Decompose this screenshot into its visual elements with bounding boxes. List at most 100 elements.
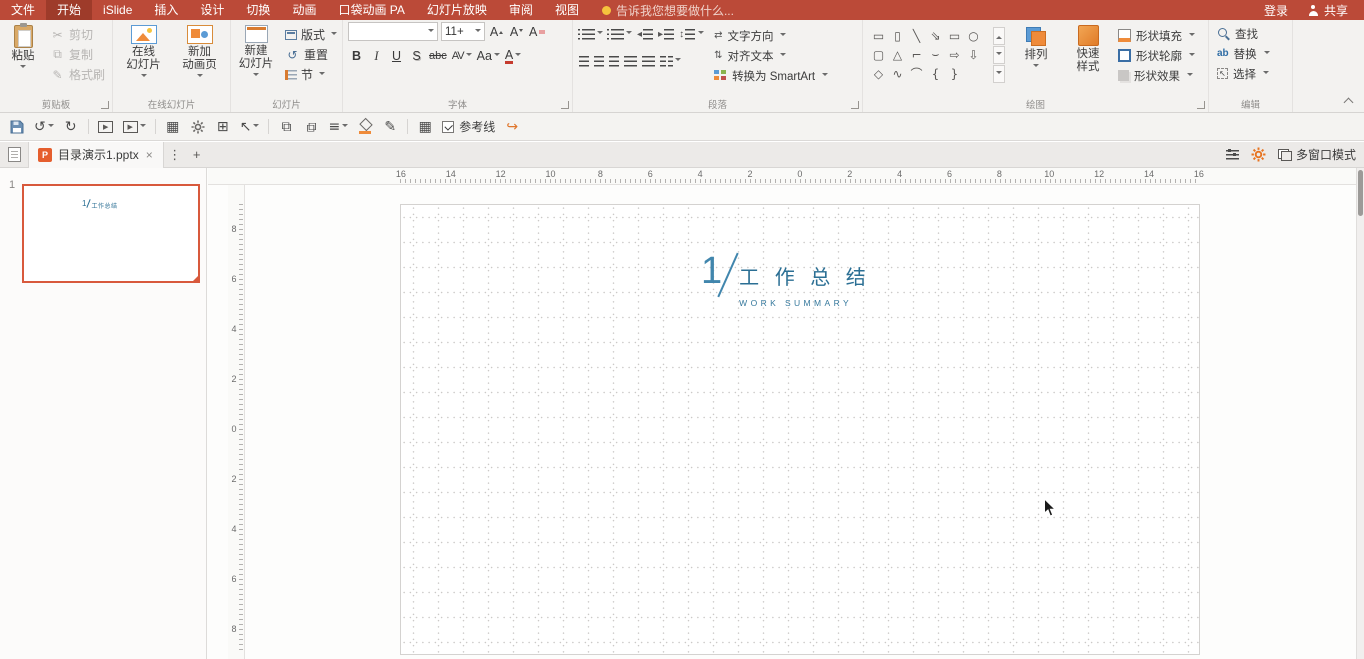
italic-button[interactable]: I: [368, 47, 385, 65]
gear-orange-icon[interactable]: [1251, 147, 1266, 162]
share-button[interactable]: 共享: [1308, 2, 1348, 19]
new-animation-page-button[interactable]: 新加 动画页: [174, 23, 226, 80]
send-backward-button[interactable]: ⧉: [303, 117, 319, 137]
bring-forward-button[interactable]: ⧉: [278, 117, 294, 137]
multi-window-mode-button[interactable]: 多窗口模式: [1277, 146, 1356, 163]
reset-button[interactable]: ↺ 重置: [281, 45, 341, 64]
menu-transitions[interactable]: 切换: [235, 0, 281, 20]
vertical-ruler[interactable]: 864202468: [228, 185, 245, 659]
increase-indent-button[interactable]: ▸: [658, 28, 675, 40]
clear-format-button[interactable]: A: [528, 23, 546, 41]
guides-toggle[interactable]: 参考线: [442, 118, 495, 135]
character-spacing-button[interactable]: AV: [451, 47, 473, 65]
outline-color-button[interactable]: ✎: [382, 117, 398, 137]
redo-button[interactable]: ↻: [63, 117, 79, 137]
shape-item[interactable]: ▢: [869, 45, 888, 64]
new-tab-button[interactable]: +: [186, 147, 208, 162]
menu-home[interactable]: 开始: [46, 0, 93, 20]
play-from-start-button[interactable]: ▶: [98, 117, 114, 137]
table-button[interactable]: ▦: [417, 117, 433, 137]
play-settings-button[interactable]: ▶: [122, 117, 146, 137]
layout-button[interactable]: 版式: [281, 25, 341, 44]
replace-button[interactable]: ab 替换: [1217, 44, 1292, 63]
decrease-font-size-button[interactable]: A: [508, 23, 525, 41]
shape-item[interactable]: ▯: [888, 26, 907, 45]
shapes-more-button[interactable]: [993, 65, 1005, 83]
menu-islide[interactable]: iSlide: [92, 0, 143, 20]
menu-design[interactable]: 设计: [189, 0, 235, 20]
align-text-button[interactable]: ⇅ 对齐文本: [714, 46, 828, 65]
shape-item[interactable]: ⇘: [926, 26, 945, 45]
recent-files-button[interactable]: [0, 142, 28, 168]
font-color-button[interactable]: A: [504, 47, 522, 65]
shape-item[interactable]: ⇩: [964, 45, 983, 64]
horizontal-ruler[interactable]: 16 14 12 10 8 6 4 2 0 2 4 6 8 10 12 14 16: [208, 168, 1356, 185]
shape-effects-button[interactable]: 形状效果: [1118, 66, 1195, 85]
shape-item[interactable]: ▭: [945, 26, 964, 45]
login-button[interactable]: 登录: [1264, 2, 1288, 19]
tell-me-search[interactable]: 告诉我您想要做什么...: [601, 2, 734, 19]
dialog-launcher-icon[interactable]: [101, 101, 109, 109]
save-button[interactable]: [9, 117, 25, 137]
find-button[interactable]: 查找: [1217, 24, 1292, 43]
underline-button[interactable]: U: [388, 47, 405, 65]
dialog-launcher-icon[interactable]: [561, 101, 569, 109]
shape-outline-button[interactable]: 形状轮廓: [1118, 46, 1195, 65]
close-tab-icon[interactable]: ×: [145, 148, 154, 162]
strikethrough-button[interactable]: abc: [428, 47, 448, 65]
arrange-button[interactable]: 排列: [1010, 23, 1062, 86]
format-painter-button[interactable]: ✎ 格式刷: [46, 65, 109, 84]
shape-item[interactable]: }: [945, 64, 964, 83]
font-name-combobox[interactable]: [348, 22, 438, 41]
text-shadow-button[interactable]: S: [408, 47, 425, 65]
bold-button[interactable]: B: [348, 47, 365, 65]
dialog-launcher-icon[interactable]: [1197, 101, 1205, 109]
shape-item[interactable]: ⌣: [926, 45, 945, 64]
interface-settings-icon[interactable]: [1225, 149, 1239, 160]
shapes-scroll-up-button[interactable]: [993, 27, 1005, 45]
align-objects-button[interactable]: ≡: [328, 117, 349, 137]
columns-button[interactable]: [660, 55, 681, 67]
menu-view[interactable]: 视图: [544, 0, 590, 20]
section-button[interactable]: 节: [281, 65, 341, 84]
new-slide-button[interactable]: 新建 幻灯片: [231, 23, 281, 84]
shape-item[interactable]: ⌒: [907, 64, 926, 83]
menu-review[interactable]: 审阅: [498, 0, 544, 20]
align-left-button[interactable]: [579, 55, 589, 67]
dialog-launcher-icon[interactable]: [851, 101, 859, 109]
slide-title-block[interactable]: 1 工 作 总 结 WORK SUMMARY: [701, 251, 871, 308]
undo-button[interactable]: ↺: [34, 117, 54, 137]
slide-thumbnail[interactable]: 1 工作总结: [22, 184, 200, 283]
shape-item[interactable]: {: [926, 64, 945, 83]
font-size-combobox[interactable]: 11+: [441, 22, 485, 41]
select-mode-button[interactable]: ↖: [240, 117, 260, 137]
reset-guides-button[interactable]: ↪: [504, 117, 520, 137]
shape-item[interactable]: ◇: [869, 64, 888, 83]
copy-button[interactable]: ⧉ 复制: [46, 45, 109, 64]
decrease-indent-button[interactable]: ◂: [637, 28, 654, 40]
convert-smartart-button[interactable]: 转换为 SmartArt: [714, 66, 829, 85]
fill-color-button[interactable]: [357, 117, 373, 137]
increase-font-size-button[interactable]: A: [488, 23, 505, 41]
online-slides-button[interactable]: 在线 幻灯片: [118, 23, 170, 80]
slide-canvas[interactable]: 1 工 作 总 结 WORK SUMMARY: [400, 204, 1200, 655]
menu-insert[interactable]: 插入: [143, 0, 189, 20]
fit-page-button[interactable]: ⊞: [215, 117, 231, 137]
text-direction-button[interactable]: ⇄ 文字方向: [714, 26, 828, 45]
shape-item[interactable]: ∿: [888, 64, 907, 83]
justify-button[interactable]: [624, 55, 637, 67]
select-button[interactable]: ↖ 选择: [1217, 64, 1292, 83]
shape-item[interactable]: ○: [964, 26, 983, 45]
menu-pocket-animation[interactable]: 口袋动画 PA: [327, 0, 415, 20]
menu-animations[interactable]: 动画: [281, 0, 327, 20]
align-center-button[interactable]: [594, 55, 604, 67]
collapse-ribbon-icon[interactable]: [1343, 97, 1354, 108]
scrollbar-thumb[interactable]: [1358, 170, 1363, 216]
bullets-button[interactable]: [578, 28, 603, 40]
paste-button[interactable]: 粘贴: [0, 23, 46, 84]
settings-button[interactable]: [190, 117, 206, 137]
tab-more-button[interactable]: ⋮: [164, 147, 186, 163]
shape-item[interactable]: △: [888, 45, 907, 64]
shape-item[interactable]: ⌐: [907, 45, 926, 64]
align-right-button[interactable]: [609, 55, 619, 67]
